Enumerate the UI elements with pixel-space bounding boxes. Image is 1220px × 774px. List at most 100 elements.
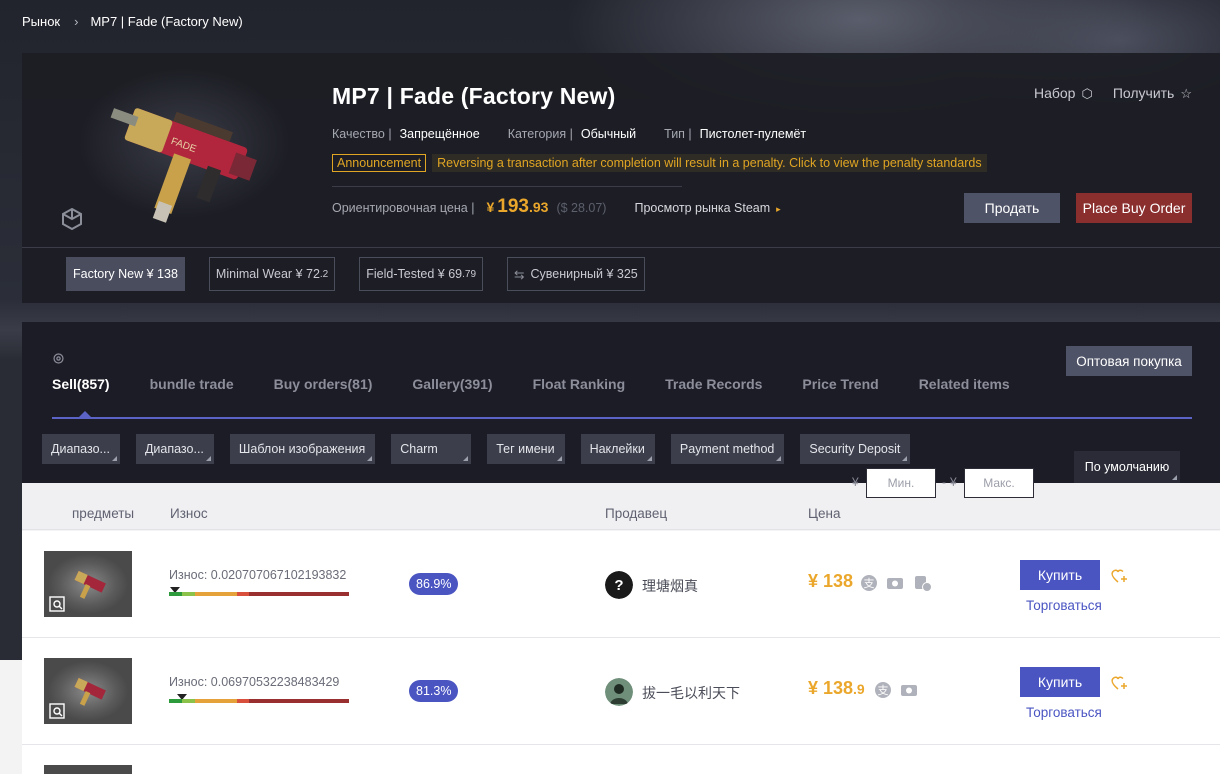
bulk-buy-button[interactable]: Оптовая покупка: [1066, 346, 1192, 376]
wear-tab-souvenir[interactable]: ⇆ Сувенирный ¥ 325: [507, 257, 645, 291]
seller-avatar: ?: [605, 571, 633, 599]
wear-value: Износ: 0.06970532238483429: [169, 675, 340, 689]
header-wear: Износ: [170, 506, 208, 521]
price-range-filter: ¥ Мин. - ¥ Макс. По умолчанию: [22, 451, 1220, 498]
price-integer: 193: [497, 196, 529, 217]
place-buy-order-button[interactable]: Place Buy Order: [1076, 193, 1192, 223]
bargain-link[interactable]: Торговаться: [1026, 598, 1102, 613]
filter-range-2[interactable]: Диапазо...: [135, 434, 214, 464]
wear-tab-factory-new[interactable]: Factory New ¥ 138: [66, 257, 185, 291]
percentile-badge: 81.3%: [409, 680, 459, 702]
seller-name[interactable]: 拔一毛以利天下: [642, 683, 740, 703]
filter-range-1[interactable]: Диапазо...: [42, 434, 120, 464]
price-integer: ¥ 138: [808, 678, 854, 698]
announcement-text[interactable]: Reversing a transaction after completion…: [432, 154, 987, 172]
item-title: MP7 | Fade (Factory New): [332, 83, 616, 109]
min-price-input[interactable]: Мин.: [866, 468, 936, 498]
item-image: FADE: [44, 53, 314, 247]
wear-tab-label: Сувенирный ¥ 325: [530, 267, 638, 281]
image-search-icon[interactable]: [49, 703, 65, 719]
tab-trade-records[interactable]: Trade Records: [665, 376, 762, 392]
max-price-input[interactable]: Макс.: [964, 468, 1034, 498]
item-thumbnail[interactable]: [44, 658, 132, 724]
wear-bar: [169, 592, 349, 596]
tab-price-trend[interactable]: Price Trend: [802, 376, 878, 392]
swap-icon: ⇆: [514, 267, 525, 282]
filter-stickers[interactable]: Наклейки: [580, 434, 655, 464]
wear-value: Износ: 0.020707067102193832: [169, 568, 347, 582]
item-thumbnail[interactable]: [44, 765, 132, 774]
filter-security-deposit[interactable]: Security Deposit: [800, 434, 911, 464]
divider: [332, 186, 682, 187]
tab-gallery[interactable]: Gallery(391): [412, 376, 492, 392]
timed-payment-icon: [915, 576, 932, 592]
wear-tabs: Factory New ¥ 138 Minimal Wear ¥ 72.2 Fi…: [66, 257, 669, 291]
wear-tab-minimal-wear[interactable]: Minimal Wear ¥ 72.2: [208, 257, 336, 291]
category-label: Категория |: [507, 127, 573, 141]
sort-select[interactable]: По умолчанию: [1074, 451, 1180, 483]
background-strip: [0, 660, 22, 774]
seller-avatar: [605, 678, 633, 706]
bargain-link[interactable]: Торговаться: [1026, 705, 1102, 720]
get-button[interactable]: Получить ☆: [1113, 85, 1192, 102]
item-header-panel: FADE MP7 | Fade (Factory New) Качество |…: [22, 53, 1220, 303]
item-top-actions: Набор ⬡ Получить ☆: [1034, 85, 1192, 102]
item-thumbnail[interactable]: [44, 551, 132, 617]
range-dash: -: [942, 475, 946, 489]
chevron-right-icon: ›: [74, 14, 79, 29]
wear-tab-label: Field-Tested ¥ 69: [366, 267, 463, 281]
price-decimal: .9: [853, 681, 865, 697]
tab-float-ranking[interactable]: Float Ranking: [533, 376, 626, 392]
listing-price: ¥ 138: [808, 571, 853, 592]
star-icon: ☆: [1180, 86, 1192, 101]
kit-button[interactable]: Набор ⬡: [1034, 85, 1093, 102]
table-row[interactable]: Износ: 0.020707067102193832 86.9% ? 理塘烟真…: [22, 531, 1220, 638]
breadcrumb: Рынок › MP7 | Fade (Factory New): [22, 14, 243, 29]
tab-bundle-trade[interactable]: bundle trade: [150, 376, 234, 392]
buy-button[interactable]: Купить: [1020, 560, 1100, 590]
favorite-add-icon[interactable]: [1110, 567, 1128, 585]
price-usd: ($ 28.07): [556, 201, 607, 215]
header-items: предметы: [72, 506, 135, 521]
tab-related-items[interactable]: Related items: [919, 376, 1010, 392]
announcement-tag: Announcement: [332, 154, 427, 172]
filter-name-tag[interactable]: Тег имени: [487, 434, 565, 464]
category-value: Обычный: [580, 127, 637, 141]
steam-market-link[interactable]: Просмотр рынка Steam: [634, 201, 770, 215]
type-value: Пистолет-пулемёт: [699, 127, 807, 141]
filter-bar: Диапазо... Диапазо... Шаблон изображения…: [42, 434, 926, 464]
get-label: Получить: [1112, 85, 1175, 101]
wear-bar: [169, 699, 349, 703]
table-row[interactable]: [22, 745, 1220, 774]
table-row[interactable]: Износ: 0.06970532238483429 81.3% 拔一毛以利天下…: [22, 638, 1220, 745]
cube-icon: ⬡: [1081, 86, 1093, 101]
favorite-add-icon[interactable]: [1110, 674, 1128, 692]
reference-price: Ориентировочная цена | ¥ 193 .93 ($ 28.0…: [332, 196, 781, 218]
seller-name[interactable]: 理塘烟真: [642, 576, 698, 596]
wear-tab-decimal: .2: [319, 268, 329, 280]
alipay-icon: 支: [861, 575, 877, 591]
filter-charm[interactable]: Charm: [391, 434, 472, 464]
filter-payment-method[interactable]: Payment method: [670, 434, 785, 464]
filter-image-template[interactable]: Шаблон изображения: [229, 434, 376, 464]
listing-tabs: Sell(857) bundle trade Buy orders(81) Ga…: [52, 376, 1050, 392]
image-search-icon[interactable]: [49, 596, 65, 612]
wear-tab-field-tested[interactable]: Field-Tested ¥ 69.79: [359, 257, 484, 291]
listings-toolbar: Оптовая покупка Sell(857) bundle trade B…: [22, 322, 1220, 483]
svg-text:?: ?: [614, 577, 623, 594]
tab-sell[interactable]: Sell(857): [52, 376, 110, 392]
buy-button[interactable]: Купить: [1020, 667, 1100, 697]
kit-label: Набор: [1033, 85, 1076, 101]
wallet-icon: [901, 685, 917, 696]
breadcrumb-market-link[interactable]: Рынок: [22, 14, 60, 29]
gear-icon[interactable]: [52, 352, 65, 365]
tab-buy-orders[interactable]: Buy orders(81): [274, 376, 373, 392]
mp7-weapon-image: FADE: [110, 108, 257, 223]
wear-tab-label: Minimal Wear ¥ 72: [215, 267, 320, 281]
svg-text:支: 支: [864, 577, 875, 590]
announcement[interactable]: Announcement Reversing a transaction aft…: [332, 154, 987, 172]
price-currency: ¥: [486, 199, 495, 215]
cube-3d-icon[interactable]: [60, 207, 84, 231]
sell-button[interactable]: Продать: [964, 193, 1060, 223]
breadcrumb-current: MP7 | Fade (Factory New): [90, 14, 243, 29]
